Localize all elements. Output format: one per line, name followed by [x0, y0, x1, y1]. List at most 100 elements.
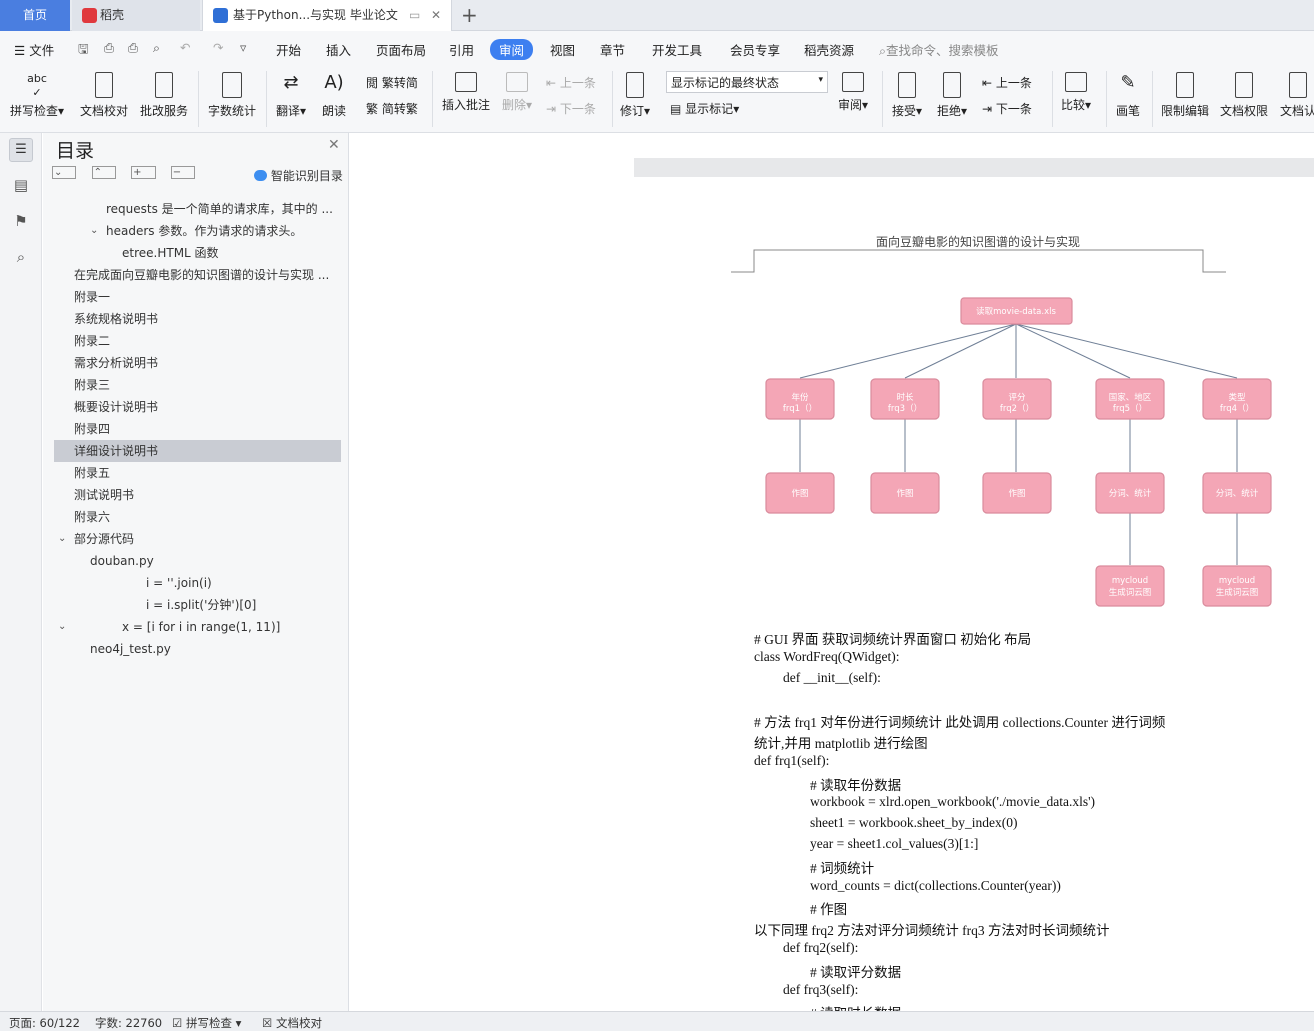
- toc-item[interactable]: neo4j_test.py: [54, 638, 341, 660]
- chapter-icon[interactable]: ▤: [9, 174, 33, 198]
- prev-change-button[interactable]: ⇤ 上一条: [982, 74, 1032, 91]
- page-indicator[interactable]: 页面: 60/122: [9, 1015, 80, 1031]
- status-spell-check[interactable]: ☑ 拼写检查 ▾: [172, 1015, 241, 1031]
- menu-layout[interactable]: 页面布局: [376, 40, 426, 59]
- next-comment-button[interactable]: ⇥ 下一条: [546, 100, 596, 117]
- status-proofread[interactable]: ☒ 文档校对: [262, 1015, 322, 1031]
- toc-item[interactable]: 在完成面向豆瓣电影的知识图谱的设计与实现 ...: [54, 264, 341, 286]
- document-page[interactable]: 面向豆瓣电影的知识图谱的设计与实现 读取movie-data.xls 年份 fr…: [634, 177, 1314, 1011]
- delete-comment-button[interactable]: 删除▾: [502, 72, 532, 113]
- insert-comment-button[interactable]: 插入批注: [442, 72, 490, 113]
- toc-item-label: x = [i for i in range(1, 11)]: [122, 620, 281, 634]
- doc-auth-button[interactable]: 文档认: [1280, 72, 1314, 119]
- toc-item[interactable]: ⌄ x = [i for i in range(1, 11)]: [54, 616, 341, 638]
- show-markup-button[interactable]: ▤ 显示标记▾: [670, 100, 739, 117]
- remove-level-icon[interactable]: −: [170, 166, 196, 179]
- toc-item[interactable]: ⌄ headers 参数。作为请求的请求头。: [54, 220, 341, 242]
- more-icon[interactable]: ▿: [240, 40, 246, 55]
- toc-item[interactable]: i = i.split('分钟')[0]: [54, 594, 341, 616]
- export-icon[interactable]: ⎙: [104, 40, 114, 56]
- toc-item[interactable]: 附录三: [54, 374, 341, 396]
- menu-chapter[interactable]: 章节: [600, 40, 625, 59]
- undo-icon[interactable]: ↶: [180, 40, 190, 55]
- menu-references[interactable]: 引用: [449, 40, 474, 59]
- next-change-button[interactable]: ⇥ 下一条: [982, 100, 1032, 117]
- reject-button[interactable]: 拒绝▾: [937, 72, 967, 119]
- toc-item[interactable]: 附录五: [54, 462, 341, 484]
- review-pane-button[interactable]: 审阅▾: [838, 72, 868, 113]
- toc-item[interactable]: 附录二: [54, 330, 341, 352]
- menu-bar: ☰ 文件 🖫 ⎙ ⎙ ⌕ ↶ ↷ ▿ 开始 插入 页面布局 引用 审阅 视图 章…: [0, 31, 1314, 65]
- node-plot-3-label: 作图: [1008, 488, 1025, 499]
- menu-insert[interactable]: 插入: [326, 40, 351, 59]
- code-line: # 读取时长数据: [810, 1002, 901, 1011]
- word-count-icon: [222, 72, 242, 98]
- menu-member[interactable]: 会员专享: [730, 40, 780, 59]
- menu-view[interactable]: 视图: [550, 40, 575, 59]
- command-search[interactable]: ⌕查找命令、搜索模板: [879, 40, 999, 59]
- tab-home[interactable]: 首页: [0, 0, 70, 31]
- menu-review[interactable]: 审阅: [490, 39, 534, 60]
- toc-item[interactable]: 概要设计说明书: [54, 396, 341, 418]
- toc-item[interactable]: douban.py: [54, 550, 341, 572]
- print-icon[interactable]: ⎙: [128, 40, 138, 56]
- add-level-icon[interactable]: +: [131, 166, 156, 179]
- accept-button[interactable]: 接受▾: [892, 72, 922, 119]
- toc-item[interactable]: 附录一: [54, 286, 341, 308]
- file-menu[interactable]: ☰ 文件: [14, 40, 54, 59]
- menu-developer[interactable]: 开发工具: [652, 40, 702, 59]
- toc-item[interactable]: 系统规格说明书: [54, 308, 341, 330]
- collapse-all-icon[interactable]: ⌄: [52, 166, 77, 179]
- translate-button[interactable]: ⇄ 翻译▾: [276, 72, 306, 119]
- toc-item[interactable]: 测试说明书: [54, 484, 341, 506]
- chevron-down-icon[interactable]: ⌄: [90, 220, 98, 242]
- preview-icon[interactable]: ⌕: [153, 40, 160, 56]
- toc-item[interactable]: 附录六: [54, 506, 341, 528]
- toc-item[interactable]: 附录四: [54, 418, 341, 440]
- chevron-down-icon[interactable]: ⌄: [58, 528, 66, 550]
- tab-document[interactable]: 基于Python...与实现 毕业论文 ▭ ✕: [202, 0, 452, 31]
- close-icon[interactable]: ✕: [328, 137, 340, 153]
- doc-permission-button[interactable]: 文档权限: [1220, 72, 1268, 119]
- redo-icon[interactable]: ↷: [213, 40, 223, 55]
- chevron-down-icon[interactable]: ⌄: [58, 616, 66, 638]
- bookmark-icon[interactable]: ⚑: [9, 210, 33, 234]
- close-tab-icon[interactable]: ✕: [431, 0, 441, 31]
- search-icon[interactable]: ⌕: [9, 246, 33, 270]
- toc-item[interactable]: requests 是一个简单的请求库，其中的 ...: [54, 198, 341, 220]
- menu-doke-resources[interactable]: 稻壳资源: [804, 40, 854, 59]
- toc-item[interactable]: ⌄ 部分源代码: [54, 528, 341, 550]
- code-line: word_counts = dict(collections.Counter(y…: [810, 878, 1061, 893]
- toc-controls[interactable]: ⌄ ⌃ + −: [52, 166, 196, 179]
- save-icon[interactable]: 🖫: [78, 40, 89, 61]
- menu-start[interactable]: 开始: [276, 40, 301, 59]
- traditional-to-simplified-button[interactable]: 閲 繁转简: [366, 74, 418, 91]
- read-aloud-label: 朗读: [322, 104, 347, 118]
- toc-item[interactable]: etree.HTML 函数: [54, 242, 341, 264]
- markup-state-select[interactable]: 显示标记的最终状态 ▾: [666, 71, 828, 93]
- simplified-to-traditional-button[interactable]: 繁 简转繁: [366, 100, 418, 117]
- pen-button[interactable]: ✎ 画笔: [1116, 72, 1140, 119]
- node-type-title: 类型: [1228, 392, 1246, 403]
- smart-toc-button[interactable]: 智能识别目录: [254, 167, 343, 184]
- pin-icon[interactable]: ▭: [409, 0, 420, 31]
- expand-up-icon[interactable]: ⌃: [91, 166, 116, 179]
- toc-item[interactable]: 需求分析说明书: [54, 352, 341, 374]
- track-changes-button[interactable]: 修订▾: [620, 72, 650, 119]
- spell-check-button[interactable]: abc ✓ 拼写检查▾: [10, 72, 64, 119]
- toc-icon[interactable]: ☰: [9, 138, 33, 162]
- compare-button[interactable]: 比较▾: [1061, 72, 1091, 113]
- prev-comment-button[interactable]: ⇤ 上一条: [546, 74, 596, 91]
- correction-service-button[interactable]: 批改服务: [140, 72, 188, 119]
- new-tab-icon[interactable]: +: [461, 0, 478, 31]
- word-count-button[interactable]: 字数统计: [208, 72, 256, 119]
- proofread-label: 文档校对: [80, 104, 129, 118]
- tab-doke[interactable]: 稻壳: [72, 0, 200, 31]
- toc-item-selected[interactable]: 详细设计说明书: [54, 440, 341, 462]
- proofread-button[interactable]: 文档校对: [80, 72, 128, 119]
- word-count-indicator[interactable]: 字数: 22760: [95, 1015, 162, 1031]
- restrict-editing-button[interactable]: 限制编辑: [1161, 72, 1209, 119]
- read-aloud-button[interactable]: A) 朗读: [322, 72, 346, 119]
- node-rating-sub: frq2（）: [1000, 403, 1034, 414]
- toc-item[interactable]: i = ''.join(i): [54, 572, 341, 594]
